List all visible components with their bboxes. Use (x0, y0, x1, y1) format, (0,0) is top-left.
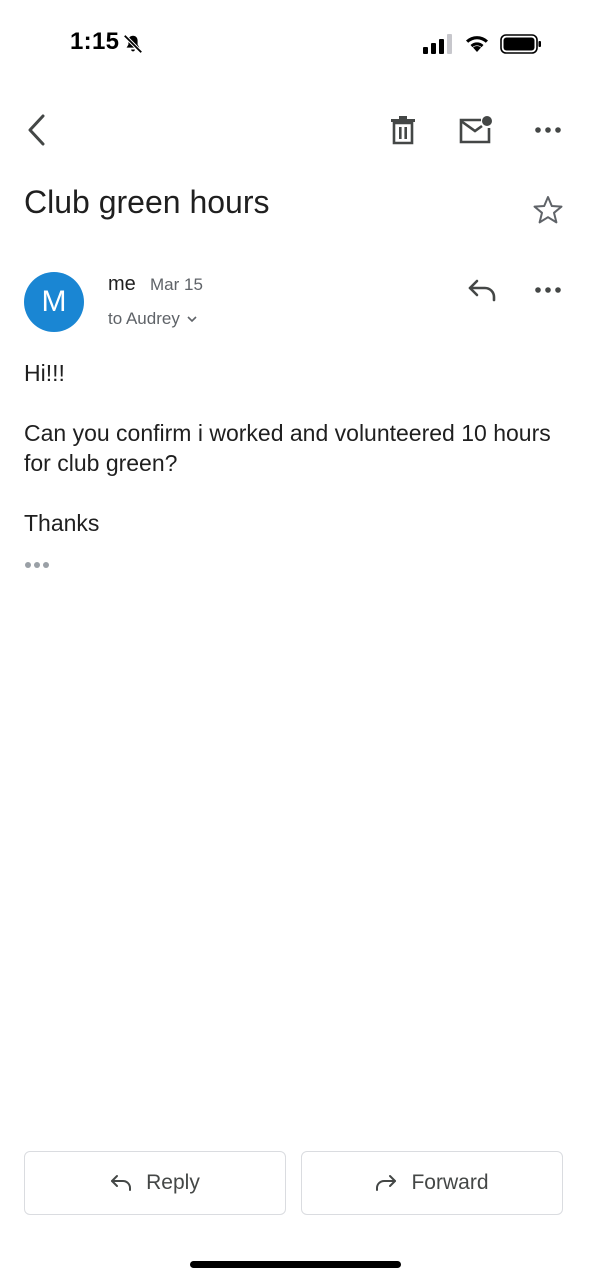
recipient-details-toggle[interactable]: to Audrey (108, 309, 198, 329)
avatar[interactable]: M (24, 272, 84, 332)
signal-icon (423, 34, 452, 54)
show-trimmed-content-button[interactable] (24, 556, 54, 570)
more-icon (535, 127, 561, 133)
ellipsis-icon (25, 562, 49, 568)
recipient-line: to Audrey (108, 309, 180, 328)
delete-button[interactable] (385, 112, 421, 148)
chevron-down-icon (187, 316, 197, 323)
mark-unread-icon (459, 116, 492, 144)
quick-reply-button[interactable] (464, 274, 500, 306)
back-button[interactable] (18, 112, 54, 148)
body-line: Hi!!! (24, 360, 65, 386)
star-button[interactable] (530, 192, 566, 228)
reply-icon (111, 1175, 132, 1191)
forward-label: Forward (411, 1171, 489, 1194)
reply-label: Reply (146, 1171, 200, 1194)
forward-icon (376, 1175, 397, 1191)
email-subject: Club green hours (24, 184, 270, 220)
sender-name: me (108, 273, 136, 295)
reply-button[interactable]: Reply (24, 1151, 286, 1215)
status-time: 1:15 (70, 28, 120, 55)
body-line: Can you confirm i worked and volunteered… (24, 420, 551, 476)
email-date: Mar 15 (150, 275, 203, 294)
more-icon (535, 287, 561, 293)
bell-slash-icon (123, 34, 143, 54)
battery-icon (500, 34, 541, 54)
trash-icon (391, 116, 415, 145)
reply-icon (468, 279, 496, 302)
forward-button[interactable]: Forward (301, 1151, 563, 1215)
body-line: Thanks (24, 510, 100, 536)
more-options-button[interactable] (530, 112, 566, 148)
message-more-button[interactable] (530, 274, 566, 306)
email-body: Hi!!! Can you confirm i worked and volun… (24, 358, 564, 568)
star-icon (533, 196, 563, 224)
back-arrow-icon (28, 114, 45, 146)
home-indicator[interactable] (190, 1261, 401, 1268)
mark-unread-button[interactable] (456, 112, 496, 148)
wifi-icon (466, 36, 488, 52)
